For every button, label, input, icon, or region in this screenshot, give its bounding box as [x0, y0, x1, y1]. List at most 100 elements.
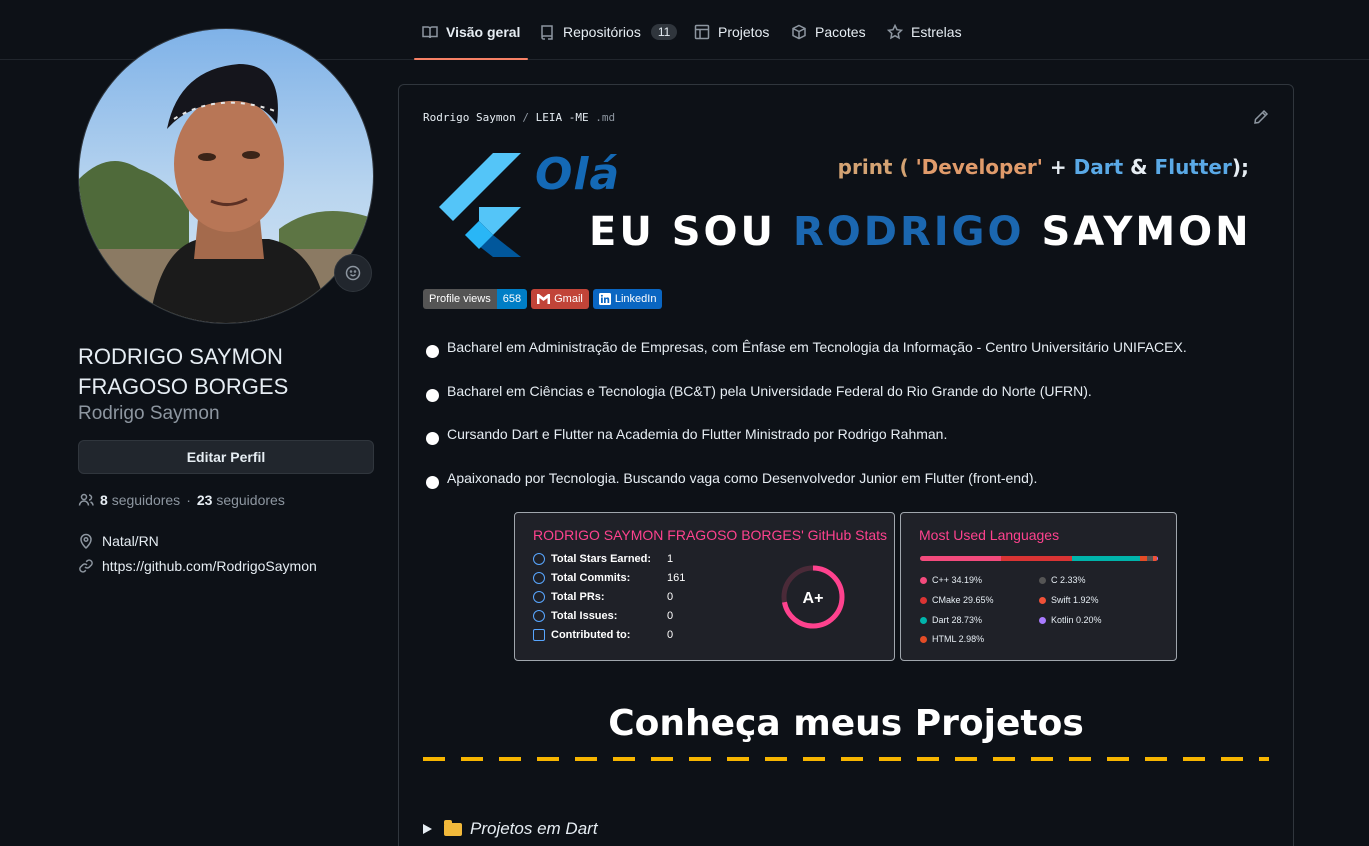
stat-value: 161: [667, 572, 686, 584]
stat-label: Total PRs:: [551, 591, 605, 603]
triangle-right-icon: [423, 824, 432, 834]
lang-label: Dart 28.73%: [932, 615, 983, 625]
followers-count: 8: [100, 492, 108, 508]
following-link[interactable]: 23 seguidores: [197, 492, 285, 508]
profile-views-count: 658: [496, 289, 528, 309]
banner-intro: EU SOU RODRIGO SAYMON: [589, 209, 1252, 255]
linkedin-badge[interactable]: LinkedIn: [592, 289, 663, 309]
lang-dot: [920, 576, 927, 584]
tab-overview[interactable]: Visão geral: [414, 18, 529, 60]
crumb-user[interactable]: Rodrigo Saymon: [423, 111, 516, 124]
followers-link[interactable]: 8 seguidores: [100, 492, 180, 508]
stat-row: Contributed to: 0: [533, 629, 673, 641]
crumb-ext: .md: [595, 111, 616, 124]
followers-label: seguidores: [111, 492, 181, 508]
pull-request-icon: [533, 591, 545, 603]
lang-dot: [920, 616, 927, 624]
location-icon: [80, 533, 92, 549]
website-row[interactable]: https://github.com/RodrigoSaymon: [78, 558, 317, 574]
website-link[interactable]: https://github.com/RodrigoSaymon: [102, 558, 317, 574]
stat-row: Total PRs: 0: [533, 591, 673, 603]
tab-projects[interactable]: Projetos: [686, 18, 777, 52]
rank-ring: A+: [781, 565, 845, 629]
bio-item: Cursando Dart e Flutter na Academia do F…: [425, 426, 1187, 470]
stat-row: Total Commits: 161: [533, 572, 685, 584]
rank-grade: A+: [803, 590, 824, 607]
code-dart: Dart: [1073, 155, 1124, 179]
summary-label: Projetos em Dart: [470, 819, 598, 838]
profile-login: Rodrigo Saymon: [78, 403, 220, 424]
code-flutter: Flutter: [1154, 155, 1232, 179]
tab-packages[interactable]: Pacotes: [783, 18, 874, 52]
tab-stars-label: Estrelas: [911, 24, 962, 40]
flutter-logo-icon: [439, 153, 521, 257]
repo-icon: [533, 629, 545, 641]
stat-label: Contributed to:: [551, 629, 631, 641]
folder-icon: [444, 819, 462, 836]
location-text: Natal/RN: [102, 533, 159, 549]
location-row: Natal/RN: [78, 533, 159, 549]
tab-repositories-label: Repositórios: [563, 24, 641, 40]
stat-value: 1: [667, 553, 674, 565]
avatar[interactable]: [78, 28, 374, 324]
package-icon: [792, 24, 806, 40]
stat-value: 0: [667, 591, 674, 603]
avatar-photo: [79, 29, 373, 323]
table-icon: [694, 24, 710, 40]
badges-row: Profile views 658 Gmail LinkedIn: [423, 289, 663, 309]
lang-item: Kotlin 0.20%: [1039, 615, 1102, 625]
edit-readme-button[interactable]: [1253, 109, 1269, 125]
tab-repositories[interactable]: Repositórios 11: [531, 18, 685, 52]
banner-name-last: SAYMON: [1041, 209, 1252, 255]
dart-projects-summary[interactable]: Projetos em Dart: [423, 819, 598, 839]
crumb-file: LEIA -ME: [535, 111, 589, 124]
separator-dot: ·: [186, 492, 191, 508]
bio-list: Bacharel em Administração de Empresas, c…: [425, 339, 1187, 513]
lang-item: C++ 34.19%: [920, 575, 982, 585]
profile-views-label: Profile views: [423, 289, 497, 309]
stat-row: Total Issues: 0: [533, 610, 673, 622]
code-plus: +: [1049, 155, 1067, 179]
lang-bar-segment: [1001, 556, 1072, 561]
stat-value: 0: [667, 629, 674, 641]
set-status-button[interactable]: [334, 254, 372, 292]
lang-label: Swift 1.92%: [1051, 595, 1099, 605]
banner-eu-sou: EU SOU: [589, 209, 777, 255]
lang-label: HTML 2.98%: [932, 634, 985, 644]
lang-label: C 2.33%: [1051, 575, 1086, 585]
stat-label: Total Stars Earned:: [551, 553, 652, 565]
lang-item: Swift 1.92%: [1039, 595, 1099, 605]
pencil-icon: [1254, 109, 1269, 124]
repo-count-badge: 11: [650, 24, 678, 40]
stat-label: Total Issues:: [551, 610, 618, 622]
bio-item: Bacharel em Administração de Empresas, c…: [425, 339, 1187, 383]
lang-item: HTML 2.98%: [920, 634, 984, 644]
lang-item: Dart 28.73%: [920, 615, 982, 625]
lang-label: C++ 34.19%: [932, 575, 983, 585]
banner-name-first: RODRIGO: [792, 209, 1025, 255]
tab-projects-label: Projetos: [718, 24, 770, 40]
lang-dot: [920, 596, 927, 604]
lang-dot: [1039, 576, 1046, 584]
star-icon: [887, 24, 903, 40]
profile-readme: Rodrigo Saymon / LEIA -ME .md Olá print …: [398, 84, 1294, 846]
gmail-icon: [537, 294, 551, 304]
stats-title: RODRIGO SAYMON FRAGOSO BORGES' GitHub St…: [533, 527, 888, 543]
lang-dot: [1039, 596, 1046, 604]
lang-item: C 2.33%: [1039, 575, 1086, 585]
lang-dot: [1039, 616, 1046, 624]
tab-stars[interactable]: Estrelas: [879, 18, 970, 52]
edit-profile-button[interactable]: Editar Perfil: [78, 440, 374, 474]
code-print: print (: [837, 155, 909, 179]
crumb-separator: /: [522, 111, 529, 124]
bio-item: Apaixonado por Tecnologia. Buscando vaga…: [425, 470, 1187, 514]
top-languages-card: Most Used Languages C++ 34.19% CMake 29.…: [900, 512, 1177, 661]
gmail-badge[interactable]: Gmail: [531, 289, 589, 309]
following-label: seguidores: [216, 492, 285, 508]
code-end: );: [1231, 155, 1249, 179]
lang-item: CMake 29.65%: [920, 595, 994, 605]
profile-views-badge[interactable]: Profile views 658: [423, 289, 528, 309]
linkedin-label: LinkedIn: [614, 293, 657, 305]
smiley-icon: [345, 265, 361, 281]
tab-packages-label: Pacotes: [815, 24, 866, 40]
